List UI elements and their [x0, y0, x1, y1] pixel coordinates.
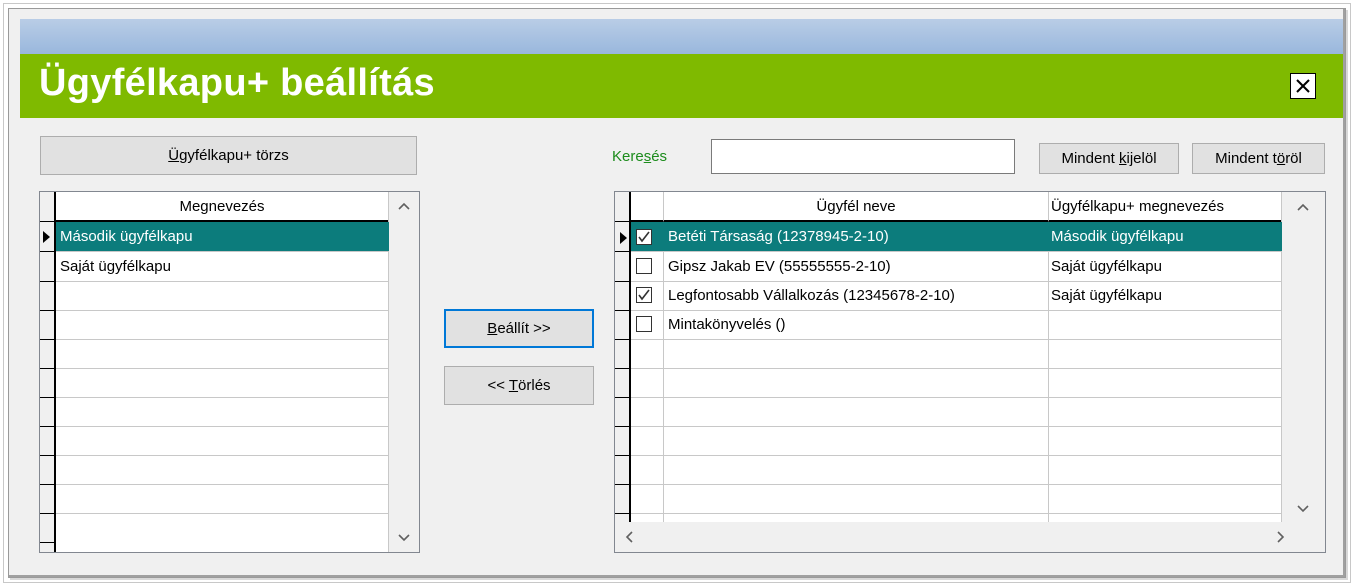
row-checkbox[interactable]: [636, 229, 652, 245]
row-indicator-column: [40, 192, 56, 552]
scroll-down-icon[interactable]: [398, 534, 410, 542]
checkbox-column-header: [631, 192, 664, 222]
window-top-strip: [20, 19, 1343, 54]
table-cell-kapu[interactable]: Saját ügyfélkapu: [1049, 281, 1281, 310]
torles-button-label: << Törlés: [487, 377, 551, 394]
table-cell-kapu[interactable]: Második ügyfélkapu: [1049, 222, 1281, 251]
right-horizontal-scrollbar[interactable]: [615, 522, 1325, 552]
table-cell-kapu[interactable]: [1049, 310, 1281, 339]
left-vertical-scrollbar[interactable]: [389, 192, 419, 552]
torzs-button-label: Ügyfélkapu+ törzs: [168, 147, 289, 164]
clear-all-label: Mindent töröl: [1215, 150, 1302, 167]
table-cell-name[interactable]: Gipsz Jakab EV (55555555-2-10): [664, 252, 1048, 281]
column-header-label: Ügyfél neve: [816, 197, 896, 215]
column-header-megnevezes[interactable]: Megnevezés: [56, 192, 389, 222]
table-cell-name[interactable]: Legfontosabb Vállalkozás (12345678-2-10): [664, 281, 1048, 310]
column-header-ugyfelkapu-megnevezes[interactable]: Ügyfélkapu+ megnevezés: [1049, 192, 1282, 222]
scroll-right-icon[interactable]: [1277, 531, 1285, 543]
ugyfelkapu-torzs-button[interactable]: Ügyfélkapu+ törzs: [40, 136, 417, 175]
title-bar: Ügyfélkapu+ beállítás: [20, 54, 1343, 118]
close-icon: [1296, 79, 1310, 93]
client-grid[interactable]: Ügyfél neve Ügyfélkapu+ megnevezés Betét…: [614, 191, 1326, 553]
dialog-title: Ügyfélkapu+ beállítás: [39, 62, 435, 104]
search-input[interactable]: [711, 139, 1015, 174]
column-header-ugyfel-neve[interactable]: Ügyfél neve: [664, 192, 1049, 222]
row-checkbox[interactable]: [636, 316, 652, 332]
beallit-button[interactable]: Beállít >>: [444, 309, 594, 348]
ugyfelkapu-list-grid[interactable]: Megnevezés Második ügyfélkapu Saját ügyf…: [39, 191, 420, 553]
checkmark-icon: [638, 231, 650, 243]
search-label: Keresés: [612, 148, 668, 165]
table-cell-name[interactable]: Mintakönyvelés (): [664, 310, 1048, 339]
scroll-up-icon[interactable]: [398, 202, 410, 210]
row-checkbox[interactable]: [636, 287, 652, 303]
right-vertical-scrollbar[interactable]: [1282, 192, 1325, 522]
table-cell-kapu[interactable]: Saját ügyfélkapu: [1049, 252, 1281, 281]
current-row-icon: [620, 232, 627, 244]
beallit-button-label: Beállít >>: [487, 320, 551, 337]
scroll-down-icon[interactable]: [1297, 505, 1309, 513]
select-all-label: Mindent kijelöl: [1061, 150, 1157, 167]
torles-button[interactable]: << Törlés: [444, 366, 594, 405]
list-item[interactable]: Saját ügyfélkapu: [56, 252, 389, 281]
clear-all-button[interactable]: Mindent töröl: [1192, 143, 1325, 174]
row-checkbox[interactable]: [636, 258, 652, 274]
select-all-button[interactable]: Mindent kijelöl: [1039, 143, 1179, 174]
scroll-up-icon[interactable]: [1297, 203, 1309, 211]
scroll-left-icon[interactable]: [625, 531, 633, 543]
table-cell-name[interactable]: Betéti Társaság (12378945-2-10): [664, 222, 1048, 251]
column-header-label: Megnevezés: [179, 197, 265, 215]
list-item[interactable]: Második ügyfélkapu: [56, 222, 389, 251]
checkmark-icon: [638, 289, 650, 301]
current-row-icon: [43, 231, 50, 243]
close-button[interactable]: [1290, 73, 1316, 99]
column-header-label: Ügyfélkapu+ megnevezés: [1051, 197, 1225, 215]
